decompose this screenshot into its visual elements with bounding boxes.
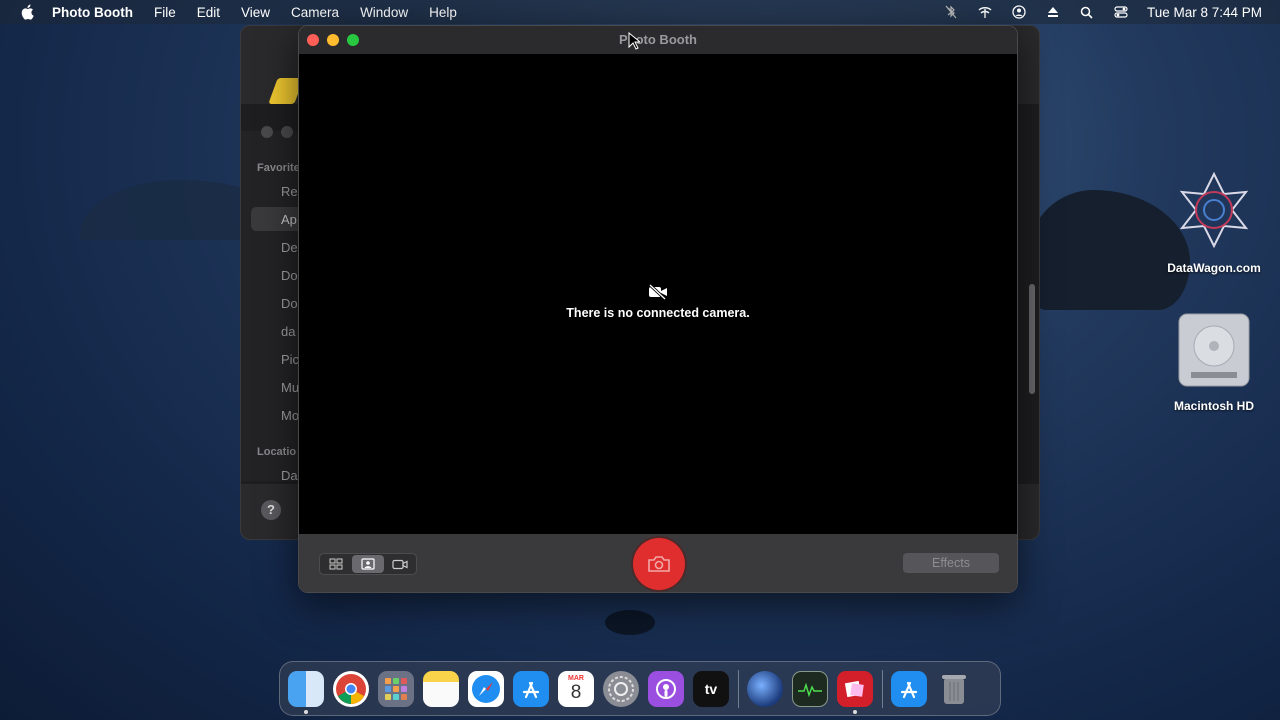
finder-scrollbar[interactable] (1029, 284, 1035, 394)
apple-tv-icon[interactable]: tv (693, 670, 729, 707)
cinema4d-icon[interactable] (747, 670, 783, 707)
menu-clock[interactable]: Tue Mar 8 7:44 PM (1147, 5, 1262, 20)
effects-button[interactable]: Effects (903, 553, 999, 573)
finder-sidebar-item[interactable]: Mu (281, 380, 299, 395)
dock: MAR 8 tv (279, 661, 1001, 716)
video-mode-button[interactable] (385, 554, 416, 574)
no-camera-notice: There is no connected camera. (299, 284, 1017, 320)
menu-view[interactable]: View (241, 5, 270, 20)
finder-locations-header: Locatio (257, 446, 297, 458)
tv-label: tv (704, 680, 718, 697)
finder-sidebar-item[interactable]: Re (281, 184, 298, 199)
trash-icon[interactable] (936, 671, 972, 707)
dock-separator (882, 669, 883, 708)
bluetooth-off-icon[interactable] (943, 4, 959, 20)
desktop-icon-label: Macintosh HD (1173, 399, 1254, 413)
safari-icon[interactable] (468, 670, 504, 707)
app-store-folder-icon[interactable] (891, 670, 927, 707)
photo-booth-dock-icon[interactable] (837, 670, 873, 714)
help-button[interactable]: ? (261, 500, 281, 520)
finder-sidebar-item[interactable]: Pic (281, 352, 299, 367)
finder-sidebar-item[interactable]: da (281, 324, 295, 339)
four-up-mode-button[interactable] (320, 554, 351, 574)
hard-drive-icon (1178, 313, 1250, 387)
finder-icon[interactable] (288, 670, 324, 714)
menu-window[interactable]: Window (360, 5, 408, 20)
finder-sidebar-item[interactable]: Da (281, 468, 298, 483)
user-icon[interactable] (1011, 4, 1027, 20)
finder-sidebar-item[interactable]: Do (281, 296, 298, 311)
app-store-icon[interactable] (513, 670, 549, 707)
take-photo-button[interactable] (633, 538, 685, 590)
finder-sidebar-item[interactable]: Ap (281, 212, 297, 227)
no-camera-message: There is no connected camera. (566, 306, 750, 320)
camera-off-icon (648, 284, 667, 300)
system-preferences-icon[interactable] (603, 670, 639, 707)
calendar-icon[interactable]: MAR 8 (558, 670, 594, 707)
mouse-cursor-icon (628, 32, 640, 50)
finder-sidebar-item[interactable]: De (281, 240, 298, 255)
desktop-icon-datawagon[interactable]: DataWagon.com (1159, 170, 1269, 275)
chrome-icon[interactable] (333, 670, 369, 707)
finder-favorites-header: Favorite (257, 162, 300, 174)
eject-icon[interactable] (1045, 4, 1061, 20)
desktop-icon-label: DataWagon.com (1167, 261, 1261, 275)
launchpad-icon[interactable] (378, 670, 414, 707)
single-photo-mode-button[interactable] (352, 555, 384, 573)
menu-edit[interactable]: Edit (197, 5, 220, 20)
search-icon[interactable] (1079, 4, 1095, 20)
window-title: Photo Booth (619, 32, 697, 47)
camera-icon (648, 556, 670, 572)
photo-booth-toolbar: Effects (299, 534, 1017, 592)
activity-monitor-icon[interactable] (792, 670, 828, 707)
finder-sidebar-item[interactable]: Mo (281, 408, 299, 423)
menu-camera[interactable]: Camera (291, 5, 339, 20)
notes-icon[interactable] (423, 670, 459, 707)
apple-icon[interactable] (18, 4, 36, 20)
menu-help[interactable]: Help (429, 5, 457, 20)
video-camera-icon (392, 559, 408, 569)
grid-icon (329, 558, 343, 570)
desktop-rock (605, 610, 655, 635)
podcasts-icon[interactable] (648, 670, 684, 707)
desktop-icon-macintosh-hd[interactable]: Macintosh HD (1159, 312, 1269, 413)
calendar-day: 8 (570, 682, 582, 703)
finder-traffic-lights (261, 126, 293, 138)
wifi-icon[interactable] (977, 4, 993, 20)
control-center-icon[interactable] (1113, 4, 1129, 20)
portrait-icon (361, 558, 375, 570)
menu-app-name[interactable]: Photo Booth (52, 5, 133, 20)
menu-bar: Photo Booth File Edit View Camera Window… (0, 0, 1280, 24)
finder-sidebar-item[interactable]: Do (281, 268, 298, 283)
datawagon-logo-icon (1179, 171, 1249, 249)
photo-booth-window: Photo Booth There is no connected camera… (298, 25, 1018, 593)
menu-file[interactable]: File (154, 5, 176, 20)
dock-separator (738, 669, 739, 708)
capture-mode-selector (319, 553, 417, 575)
